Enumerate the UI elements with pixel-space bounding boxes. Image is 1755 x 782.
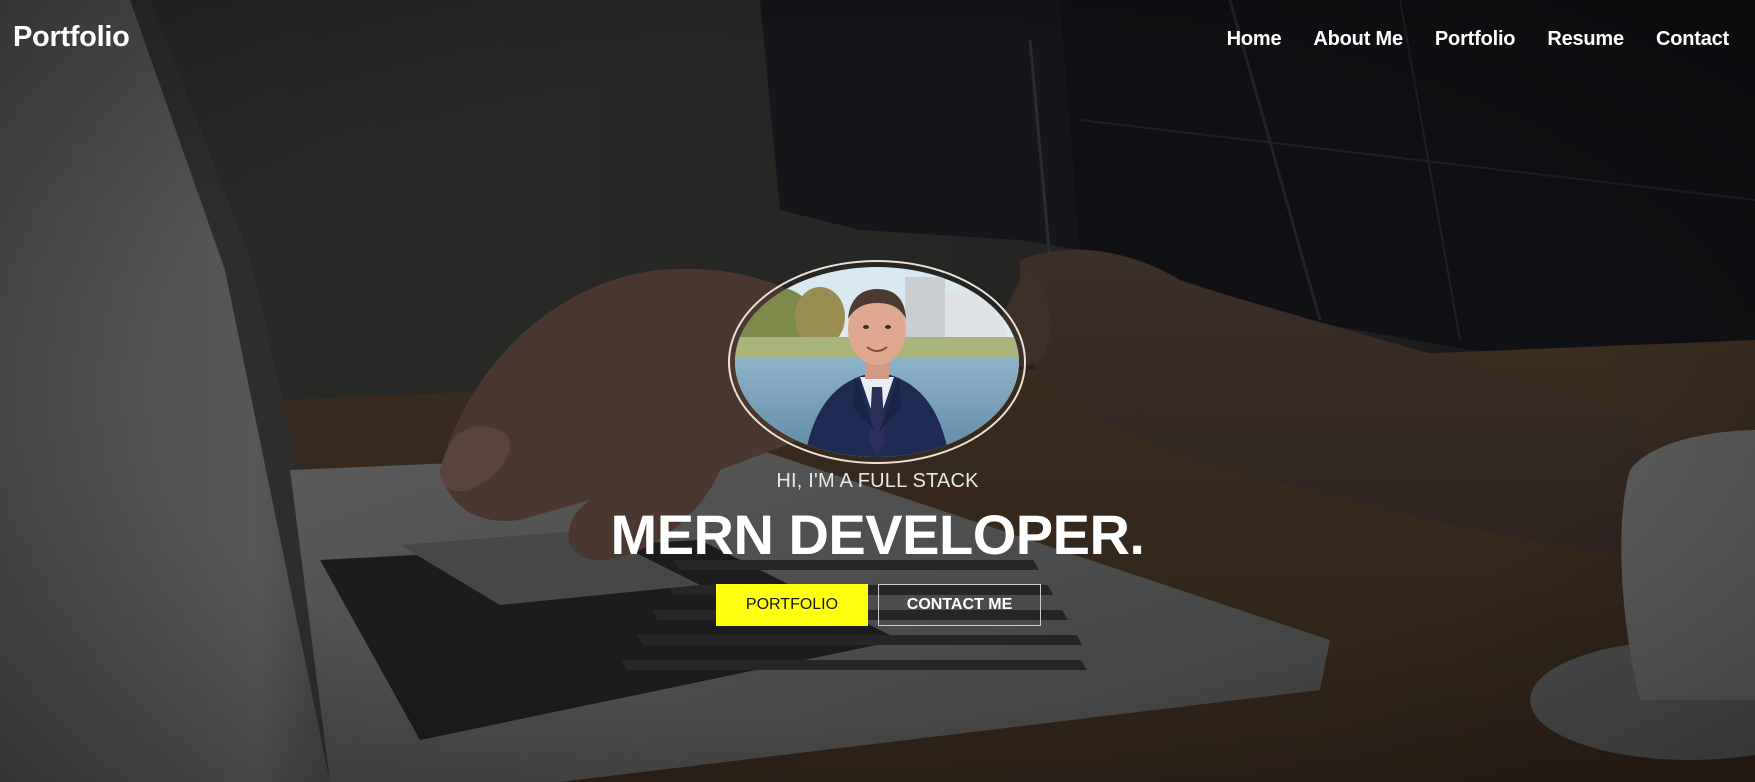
- nav-link-about-me[interactable]: About Me: [1313, 28, 1403, 50]
- profile-avatar-frame: [728, 260, 1026, 464]
- hero-tagline: HI, I'M A FULL STACK: [776, 470, 979, 492]
- top-navigation: Portfolio Home About Me Portfolio Resume…: [0, 0, 1755, 80]
- nav-link-home[interactable]: Home: [1227, 28, 1282, 50]
- nav-item-resume: Resume: [1547, 28, 1624, 51]
- nav-link-portfolio[interactable]: Portfolio: [1435, 28, 1516, 50]
- contact-me-button[interactable]: CONTACT ME: [878, 584, 1041, 626]
- portfolio-button[interactable]: PORTFOLIO: [716, 584, 868, 626]
- nav-link-contact[interactable]: Contact: [1656, 28, 1729, 50]
- nav-menu: Home About Me Portfolio Resume Contact: [1227, 28, 1730, 51]
- hero-section: Portfolio Home About Me Portfolio Resume…: [0, 0, 1755, 782]
- nav-link-resume[interactable]: Resume: [1547, 28, 1624, 50]
- nav-item-home: Home: [1227, 28, 1282, 51]
- brand-logo[interactable]: Portfolio: [13, 21, 130, 54]
- hero-headline: MERN DEVELOPER.: [610, 503, 1145, 566]
- nav-item-portfolio: Portfolio: [1435, 28, 1516, 51]
- nav-item-about-me: About Me: [1313, 28, 1403, 51]
- profile-avatar: [735, 267, 1019, 457]
- nav-item-contact: Contact: [1656, 28, 1729, 51]
